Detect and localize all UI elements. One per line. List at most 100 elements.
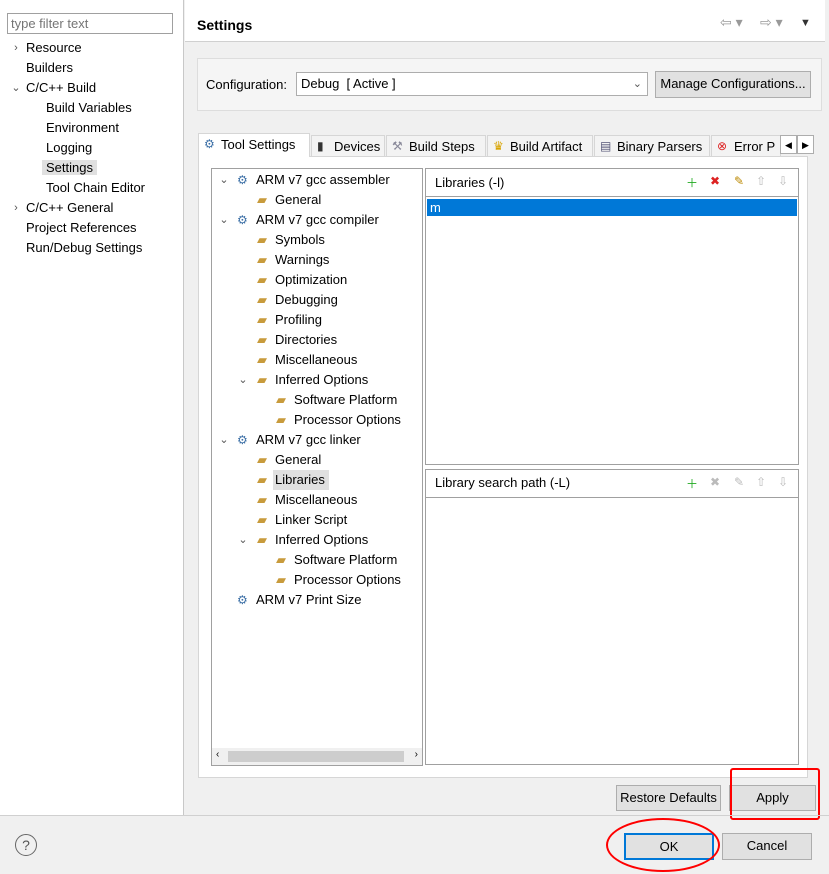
tool-tree-item[interactable]: ▰ Directories	[212, 330, 420, 350]
delete-icon[interactable]: ✖	[710, 174, 720, 188]
edit-icon[interactable]: ✎	[734, 475, 744, 489]
tool-tree-item[interactable]: ⌄ ▰ Inferred Options	[212, 530, 420, 550]
chevron-down-icon[interactable]: ⌄	[218, 430, 230, 450]
nav-item[interactable]: ⌄ C/C++ Build	[11, 78, 97, 98]
forward-icon[interactable]: ⇨ ▾	[760, 14, 783, 31]
tool-icon: ⚙	[237, 213, 248, 227]
tool-tree-item[interactable]: ▰ General	[212, 190, 420, 210]
chevron-down-icon: ⌄	[632, 78, 642, 90]
folder-icon: ▰	[257, 332, 267, 347]
folder-icon: ▰	[257, 492, 267, 507]
help-icon[interactable]: ?	[15, 834, 37, 856]
chevron-down-icon[interactable]: ⌄	[218, 210, 230, 230]
folder-icon: ▰	[257, 352, 267, 367]
configuration-select[interactable]: Debug [ Active ] ⌄	[296, 72, 648, 96]
tool-tree-label: Directories	[275, 332, 338, 347]
nav-item[interactable]: Project References	[26, 218, 137, 238]
nav-item[interactable]: › C/C++ General	[14, 198, 113, 218]
edit-icon[interactable]: ✎	[734, 174, 744, 188]
move-up-icon[interactable]: ⇧	[756, 475, 766, 489]
chevron-down-icon[interactable]: ⌄	[237, 370, 249, 390]
chevron-right-icon[interactable]: ›	[10, 38, 22, 58]
folder-icon: ▰	[257, 512, 267, 527]
nav-item[interactable]: › Resource	[14, 38, 81, 58]
tool-tree-label: Debugging	[275, 292, 338, 307]
nav-item[interactable]: Builders	[26, 58, 73, 78]
tool-tree-label: Symbols	[275, 232, 325, 247]
tab-tool-settings[interactable]: ⚙ Tool Settings	[198, 133, 310, 157]
tool-tree[interactable]: ⌄ ⚙ ARM v7 gcc assembler ▰ General ⌄ ⚙ ARM v7 g…	[211, 168, 423, 766]
restore-defaults-button[interactable]: Restore Defaults	[616, 785, 721, 811]
tab-label: Tool Settings	[221, 137, 296, 152]
folder-icon: ▰	[276, 392, 286, 407]
nav-item[interactable]: Build Variables	[46, 98, 132, 118]
scrollbar-thumb[interactable]	[228, 751, 404, 762]
tab-build-artifact[interactable]: ♛ Build Artifact	[487, 135, 593, 157]
add-icon[interactable]: ＋	[686, 174, 698, 191]
move-down-icon[interactable]: ⇩	[778, 475, 788, 489]
tool-tree-item[interactable]: ⌄ ▰ Inferred Options	[212, 370, 420, 390]
nav-item[interactable]: Logging	[46, 138, 92, 158]
folder-icon: ▰	[257, 192, 267, 207]
nav-item[interactable]: Tool Chain Editor	[46, 178, 145, 198]
tool-icon: ⚙	[237, 173, 248, 187]
divider	[0, 815, 829, 816]
configuration-row: Configuration: Debug [ Active ] ⌄ Manage…	[197, 58, 822, 111]
tool-tree-item[interactable]: ▰ Libraries	[212, 470, 420, 490]
scroll-right-icon[interactable]: ›	[415, 749, 418, 760]
chip-icon: ▮	[317, 139, 324, 153]
nav-item[interactable]: Settings	[42, 158, 97, 178]
tool-tree-item[interactable]: ▰ Warnings	[212, 250, 420, 270]
folder-icon: ▰	[257, 372, 267, 387]
tool-tree-item[interactable]: ▰ Processor Options	[212, 570, 420, 590]
tab-scroll-right[interactable]: ▶	[797, 135, 814, 154]
chevron-down-icon[interactable]: ⌄	[237, 530, 249, 550]
tool-tree-item[interactable]: ▰ Software Platform	[212, 550, 420, 570]
scroll-left-icon[interactable]: ‹	[216, 749, 219, 760]
horizontal-scrollbar[interactable]: ‹ ›	[212, 748, 422, 765]
tool-tree-label: Libraries	[273, 470, 329, 490]
add-icon[interactable]: ＋	[686, 475, 698, 492]
move-down-icon[interactable]: ⇩	[778, 174, 788, 188]
filter-input[interactable]	[7, 13, 173, 34]
chevron-down-icon[interactable]: ⌄	[218, 170, 230, 190]
back-icon[interactable]: ⇦ ▾	[720, 14, 743, 31]
tab-binary-parsers[interactable]: ▤ Binary Parsers	[594, 135, 710, 157]
tool-tree-item[interactable]: ▰ Profiling	[212, 310, 420, 330]
tool-tree-item[interactable]: ▰ Linker Script	[212, 510, 420, 530]
nav-item[interactable]: Run/Debug Settings	[26, 238, 142, 258]
chevron-down-icon[interactable]: ⌄	[10, 78, 22, 98]
tool-tree-item[interactable]: ⌄ ⚙ ARM v7 gcc compiler	[212, 210, 420, 230]
tool-tree-item[interactable]: ▰ Miscellaneous	[212, 350, 420, 370]
tool-tree-item[interactable]: ⚙ ARM v7 Print Size	[212, 590, 420, 610]
tool-tree-label: Miscellaneous	[275, 352, 358, 367]
tool-icon: ⚙	[237, 593, 248, 607]
nav-item[interactable]: Environment	[46, 118, 119, 138]
tool-tree-item[interactable]: ⌄ ⚙ ARM v7 gcc linker	[212, 430, 420, 450]
view-menu-icon[interactable]: ▼	[800, 17, 811, 29]
nav-item-label: Run/Debug Settings	[26, 240, 143, 255]
manage-configurations-button[interactable]: Manage Configurations...	[655, 71, 811, 98]
chevron-right-icon[interactable]: ›	[10, 198, 22, 218]
cancel-button[interactable]: Cancel	[722, 833, 812, 860]
tool-tree-item[interactable]: ▰ Miscellaneous	[212, 490, 420, 510]
nav-item-label: Project References	[26, 220, 137, 235]
tab-scroll-left[interactable]: ◀	[780, 135, 797, 154]
tab-build-steps[interactable]: ⚒ Build Steps	[386, 135, 486, 157]
tool-tree-item[interactable]: ▰ Software Platform	[212, 390, 420, 410]
tab-label: Error P	[734, 139, 776, 154]
tool-tree-item[interactable]: ▰ Processor Options	[212, 410, 420, 430]
tool-tree-item[interactable]: ⌄ ⚙ ARM v7 gcc assembler	[212, 170, 420, 190]
tab-error-p[interactable]: ⊗ Error P	[711, 135, 781, 157]
nav-item-label: Logging	[46, 140, 93, 155]
tool-tree-label: Software Platform	[294, 552, 398, 567]
tab-devices[interactable]: ▮ Devices	[311, 135, 385, 157]
move-up-icon[interactable]: ⇧	[756, 174, 766, 188]
tool-tree-item[interactable]: ▰ Symbols	[212, 230, 420, 250]
tool-tree-item[interactable]: ▰ Debugging	[212, 290, 420, 310]
nav-item-label: C/C++ Build	[26, 80, 97, 95]
library-item[interactable]: m	[427, 199, 797, 216]
delete-icon[interactable]: ✖	[710, 475, 720, 489]
tool-tree-item[interactable]: ▰ Optimization	[212, 270, 420, 290]
tool-tree-item[interactable]: ▰ General	[212, 450, 420, 470]
